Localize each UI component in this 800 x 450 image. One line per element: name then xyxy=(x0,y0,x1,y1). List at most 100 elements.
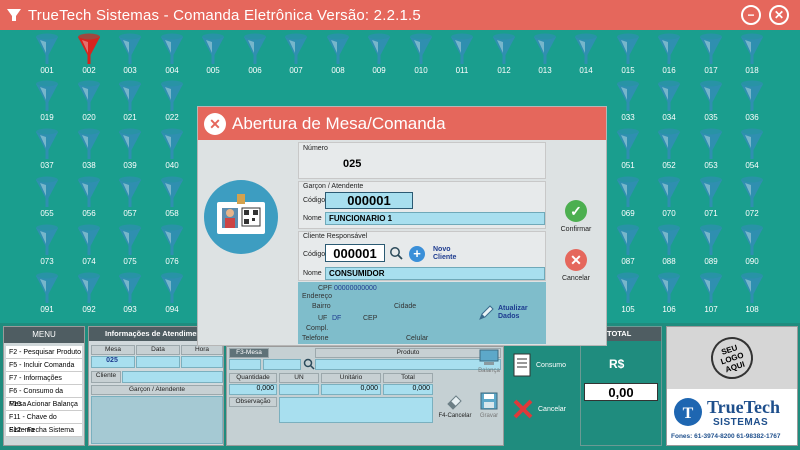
table-013[interactable]: 013 xyxy=(530,33,560,79)
garcom-codigo-input[interactable]: 000001 xyxy=(325,192,413,209)
table-012[interactable]: 012 xyxy=(489,33,519,79)
table-075[interactable]: 075 xyxy=(115,224,145,270)
balanca-button[interactable]: Balança xyxy=(475,348,503,374)
table-number: 069 xyxy=(621,209,635,218)
table-054[interactable]: 054 xyxy=(737,128,767,174)
cliente-codigo-input[interactable]: 000001 xyxy=(325,244,385,262)
table-070[interactable]: 070 xyxy=(654,176,684,222)
table-056[interactable]: 056 xyxy=(74,176,104,222)
search-icon[interactable] xyxy=(303,358,315,370)
table-089[interactable]: 089 xyxy=(696,224,726,270)
numero-section: Número 025 xyxy=(298,142,546,179)
table-058[interactable]: 058 xyxy=(157,176,187,222)
menu-item-informacoes[interactable]: F7 - Informações xyxy=(6,372,82,385)
table-057[interactable]: 057 xyxy=(115,176,145,222)
table-number: 020 xyxy=(82,113,96,122)
table-017[interactable]: 017 xyxy=(696,33,726,79)
menu-item-fecha-sistema[interactable]: F12 - Fecha Sistema xyxy=(6,424,82,437)
menu-item-acionar-balanca[interactable]: F10 - Acionar Balança xyxy=(6,398,82,411)
garcom-nome-input[interactable]: FUNCIONARIO 1 xyxy=(325,212,545,225)
produto-code-input[interactable] xyxy=(263,359,301,370)
logo-placeholder: SEU LOGO AQUI xyxy=(667,327,797,389)
cliente-nome-input[interactable]: CONSUMIDOR xyxy=(325,267,545,280)
table-090[interactable]: 090 xyxy=(737,224,767,270)
f4-cancelar-button[interactable]: F4-Cancelar xyxy=(437,391,473,419)
table-002[interactable]: 002 xyxy=(74,33,104,79)
numero-label: Número xyxy=(303,145,328,152)
table-052[interactable]: 052 xyxy=(654,128,684,174)
table-007[interactable]: 007 xyxy=(281,33,311,79)
table-073[interactable]: 073 xyxy=(32,224,62,270)
table-021[interactable]: 021 xyxy=(115,80,145,126)
table-018[interactable]: 018 xyxy=(737,33,767,79)
novo-cliente-button[interactable]: + Novo Cliente xyxy=(409,244,469,264)
minimize-button[interactable]: − xyxy=(741,5,761,25)
produto-desc-input[interactable] xyxy=(315,359,501,370)
confirmar-button[interactable]: ✓ Confirmar xyxy=(555,200,597,233)
menu-item-pesquisar-produto[interactable]: F2 - Pesquisar Produto xyxy=(6,346,82,359)
table-088[interactable]: 088 xyxy=(654,224,684,270)
table-number: 019 xyxy=(40,113,54,122)
atualizar-dados-button[interactable]: Atualizar Dados xyxy=(478,305,530,321)
cancelar-button[interactable]: ✕ Cancelar xyxy=(555,249,597,282)
menu-item-chave-sistema[interactable]: F11 - Chave do Sistema xyxy=(6,411,82,434)
table-009[interactable]: 009 xyxy=(364,33,394,79)
table-001[interactable]: 001 xyxy=(32,33,62,79)
table-039[interactable]: 039 xyxy=(115,128,145,174)
table-016[interactable]: 016 xyxy=(654,33,684,79)
table-011[interactable]: 011 xyxy=(447,33,477,79)
quantidade-label: Quantidade xyxy=(229,373,277,383)
table-033[interactable]: 033 xyxy=(613,80,643,126)
dialog-close-button[interactable]: ✕ xyxy=(204,112,226,135)
table-037[interactable]: 037 xyxy=(32,128,62,174)
table-094[interactable]: 094 xyxy=(157,272,187,318)
table-040[interactable]: 040 xyxy=(157,128,187,174)
consumo-button[interactable]: Consumo xyxy=(512,350,576,380)
close-window-button[interactable]: ✕ xyxy=(769,5,789,25)
table-035[interactable]: 035 xyxy=(696,80,726,126)
table-076[interactable]: 076 xyxy=(157,224,187,270)
table-006[interactable]: 006 xyxy=(240,33,270,79)
table-055[interactable]: 055 xyxy=(32,176,62,222)
table-051[interactable]: 051 xyxy=(613,128,643,174)
gravar-button[interactable]: Gravar xyxy=(475,391,503,419)
bairro-label: Bairro xyxy=(312,303,331,310)
table-038[interactable]: 038 xyxy=(74,128,104,174)
table-005[interactable]: 005 xyxy=(198,33,228,79)
table-087[interactable]: 087 xyxy=(613,224,643,270)
table-092[interactable]: 092 xyxy=(74,272,104,318)
table-019[interactable]: 019 xyxy=(32,80,62,126)
table-053[interactable]: 053 xyxy=(696,128,726,174)
table-010[interactable]: 010 xyxy=(406,33,436,79)
table-014[interactable]: 014 xyxy=(571,33,601,79)
table-091[interactable]: 091 xyxy=(32,272,62,318)
table-015[interactable]: 015 xyxy=(613,33,643,79)
table-036[interactable]: 036 xyxy=(737,80,767,126)
table-020[interactable]: 020 xyxy=(74,80,104,126)
quantidade-input[interactable]: 0,000 xyxy=(229,384,277,395)
table-004[interactable]: 004 xyxy=(157,33,187,79)
table-108[interactable]: 108 xyxy=(737,272,767,318)
table-022[interactable]: 022 xyxy=(157,80,187,126)
table-003[interactable]: 003 xyxy=(115,33,145,79)
table-number: 018 xyxy=(745,66,759,75)
cancelar-bottom-button[interactable]: Cancelar xyxy=(512,394,576,424)
table-034[interactable]: 034 xyxy=(654,80,684,126)
table-071[interactable]: 071 xyxy=(696,176,726,222)
observacao-input[interactable] xyxy=(279,397,433,423)
f3-mesa-input[interactable] xyxy=(229,359,261,370)
cliente-section-label: Cliente Responsável xyxy=(303,233,368,240)
client-search-icon[interactable] xyxy=(389,246,403,260)
table-106[interactable]: 106 xyxy=(654,272,684,318)
table-074[interactable]: 074 xyxy=(74,224,104,270)
menu-item-incluir-comanda[interactable]: F5 - Incluir Comanda xyxy=(6,359,82,372)
unitario-input[interactable]: 0,000 xyxy=(321,384,381,395)
plus-icon: + xyxy=(409,246,425,262)
table-105[interactable]: 105 xyxy=(613,272,643,318)
menu-item-consumo-mesa[interactable]: F6 - Consumo da Mesa xyxy=(6,385,82,408)
table-107[interactable]: 107 xyxy=(696,272,726,318)
table-072[interactable]: 072 xyxy=(737,176,767,222)
table-093[interactable]: 093 xyxy=(115,272,145,318)
table-008[interactable]: 008 xyxy=(323,33,353,79)
table-069[interactable]: 069 xyxy=(613,176,643,222)
